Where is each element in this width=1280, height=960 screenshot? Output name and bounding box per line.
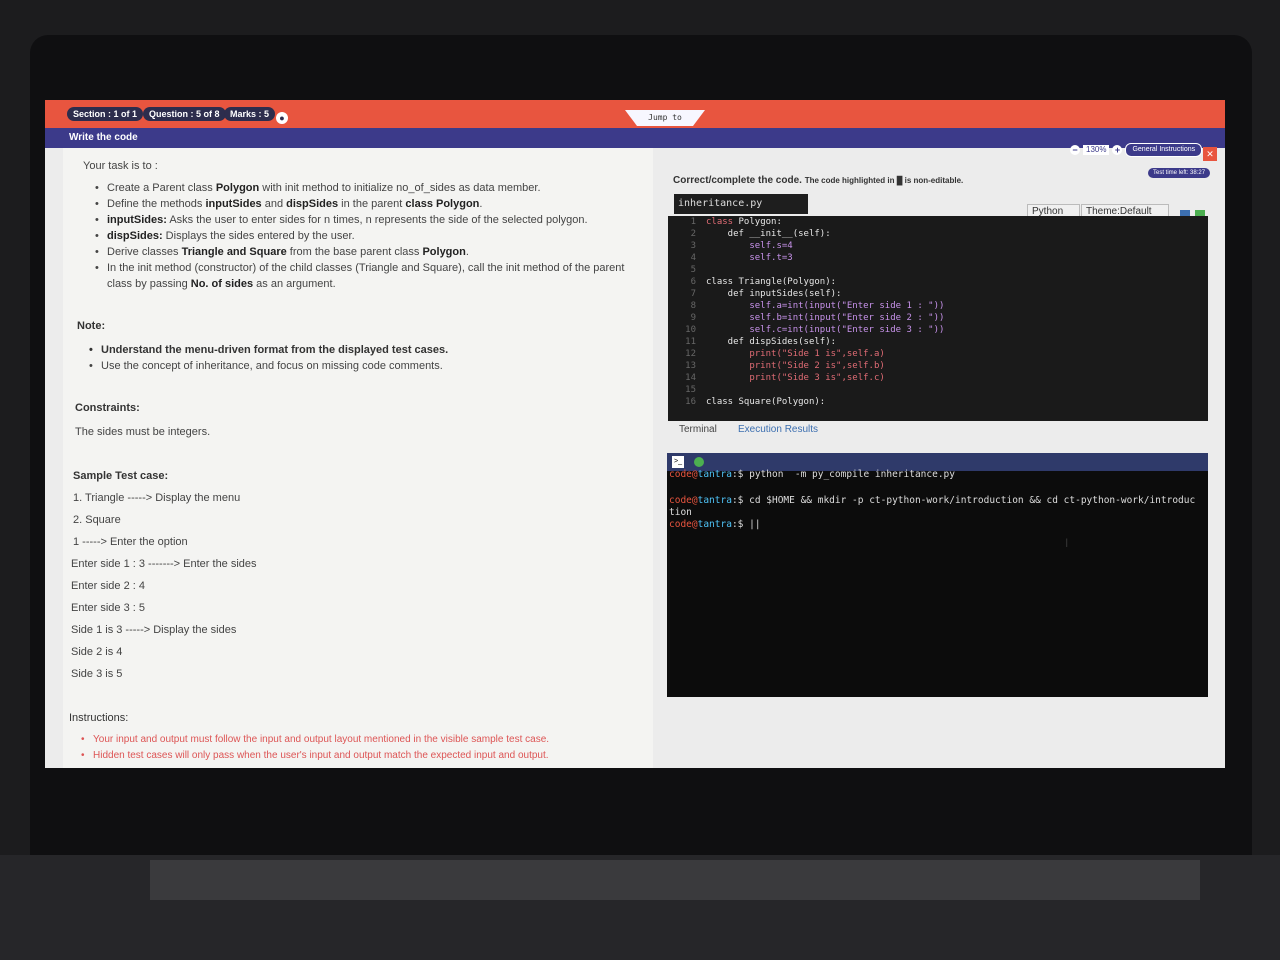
instructions-label: Instructions: bbox=[69, 712, 129, 724]
instructions-item-1: Your input and output must follow the in… bbox=[81, 734, 549, 745]
sample-label: Sample Test case: bbox=[73, 470, 169, 482]
code-editor[interactable]: 1 class Polygon: 2 def __init__(self): 3 … bbox=[668, 216, 1208, 421]
zoom-in-icon[interactable]: + bbox=[1112, 145, 1123, 155]
text-cursor-icon: I bbox=[1065, 536, 1069, 550]
code-line: 14 print("Side 3 is",self.c) bbox=[685, 373, 885, 383]
sample-line: Enter side 1 : 3 -------> Enter the side… bbox=[71, 558, 257, 570]
question-badge[interactable]: Question : 5 of 8 bbox=[143, 107, 226, 121]
terminal-line-3: code@tantra:$ || bbox=[669, 519, 761, 530]
terminal[interactable]: >_ code@tantra:$ python -m py_compile in… bbox=[667, 453, 1208, 697]
code-line: 3 self.s=4 bbox=[690, 241, 793, 251]
code-line: 5 bbox=[690, 265, 696, 275]
code-line: 2 def __init__(self): bbox=[690, 229, 831, 239]
task-intro: Your task is to : bbox=[83, 160, 158, 172]
constraints-label: Constraints: bbox=[75, 402, 140, 414]
top-bar: Section : 1 of 1 Question : 5 of 8 Marks… bbox=[45, 100, 1225, 128]
code-line: 9 self.b=int(input("Enter side 2 : ")) bbox=[690, 313, 945, 323]
marks-badge: Marks : 5 bbox=[224, 107, 276, 121]
task-bullet-6: In the init method (constructor) of the … bbox=[95, 262, 624, 274]
task-bullet-4: dispSides: Displays the sides entered by… bbox=[95, 230, 355, 242]
code-line: 8 self.a=int(input("Enter side 1 : ")) bbox=[690, 301, 945, 311]
tab-execution-results[interactable]: Execution Results bbox=[738, 424, 818, 435]
terminal-icon[interactable]: >_ bbox=[672, 456, 684, 468]
constraints-text: The sides must be integers. bbox=[75, 426, 211, 438]
laptop-deck bbox=[0, 855, 1280, 960]
sample-line: Enter side 2 : 4 bbox=[71, 580, 145, 592]
sample-line: Side 2 is 4 bbox=[71, 646, 123, 658]
code-line: 15 bbox=[685, 385, 696, 395]
zoom-control: − 130% + General Instructions bbox=[1070, 143, 1203, 157]
laptop-hinge bbox=[150, 860, 1200, 900]
close-icon[interactable]: ✕ bbox=[1203, 147, 1217, 161]
question-title-bar: Write the code bbox=[45, 128, 1225, 148]
task-bullet-6-cont: class by passing No. of sides as an argu… bbox=[107, 278, 336, 290]
time-left: Test time left: 38:27 bbox=[1148, 168, 1211, 178]
instructions-item-2: Hidden test cases will only pass when th… bbox=[81, 750, 549, 761]
code-line: 6 class Triangle(Polygon): bbox=[690, 277, 837, 287]
code-line: 16 class Square(Polygon): bbox=[685, 397, 826, 407]
code-line: 11 def dispSides(self): bbox=[685, 337, 837, 347]
code-line: 10 self.c=int(input("Enter side 3 : ")) bbox=[685, 325, 945, 335]
editor-heading: Correct/complete the code. The code high… bbox=[673, 175, 964, 186]
sample-line: Side 3 is 5 bbox=[71, 668, 123, 680]
code-line: 1 class Polygon: bbox=[690, 217, 782, 227]
sample-line: 1. Triangle -----> Display the menu bbox=[73, 492, 241, 504]
jump-to-button[interactable]: Jump to bbox=[625, 110, 705, 126]
sample-line: 2. Square bbox=[73, 514, 121, 526]
note-item-2: Use the concept of inheritance, and focu… bbox=[89, 360, 443, 372]
general-instructions-button[interactable]: General Instructions bbox=[1125, 143, 1203, 157]
note-item-1: Understand the menu-driven format from t… bbox=[89, 344, 448, 356]
status-dot-icon bbox=[694, 457, 704, 467]
note-label: Note: bbox=[77, 320, 106, 332]
question-pane: Your task is to : Create a Parent class … bbox=[63, 148, 653, 768]
sample-line: 1 -----> Enter the option bbox=[73, 536, 188, 548]
terminal-line-2: code@tantra:$ cd $HOME && mkdir -p ct-py… bbox=[669, 495, 1196, 506]
sample-line: Enter side 3 : 5 bbox=[71, 602, 145, 614]
zoom-value: 130% bbox=[1083, 145, 1110, 155]
sample-line: Side 1 is 3 -----> Display the sides bbox=[71, 624, 237, 636]
terminal-line-2-wrap: tion bbox=[669, 507, 692, 518]
task-bullet-2: Define the methods inputSides and dispSi… bbox=[95, 198, 482, 210]
task-bullet-5: Derive classes Triangle and Square from … bbox=[95, 246, 469, 258]
code-line: 13 print("Side 2 is",self.b) bbox=[685, 361, 885, 371]
info-icon[interactable]: ● bbox=[276, 112, 288, 124]
code-line: 12 print("Side 1 is",self.a) bbox=[685, 349, 885, 359]
code-line: 4 self.t=3 bbox=[690, 253, 793, 263]
task-bullet-3: inputSides: Asks the user to enter sides… bbox=[95, 214, 588, 226]
screen: Section : 1 of 1 Question : 5 of 8 Marks… bbox=[45, 100, 1225, 768]
terminal-line-1: code@tantra:$ python -m py_compile inher… bbox=[669, 469, 955, 480]
zoom-out-icon[interactable]: − bbox=[1070, 145, 1080, 155]
task-bullet-1: Create a Parent class Polygon with init … bbox=[95, 182, 540, 194]
code-line: 7 def inputSides(self): bbox=[690, 289, 842, 299]
file-tab[interactable]: inheritance.py bbox=[674, 194, 808, 214]
tab-terminal[interactable]: Terminal bbox=[679, 424, 717, 435]
question-title: Write the code bbox=[69, 132, 138, 143]
section-badge[interactable]: Section : 1 of 1 bbox=[67, 107, 144, 121]
